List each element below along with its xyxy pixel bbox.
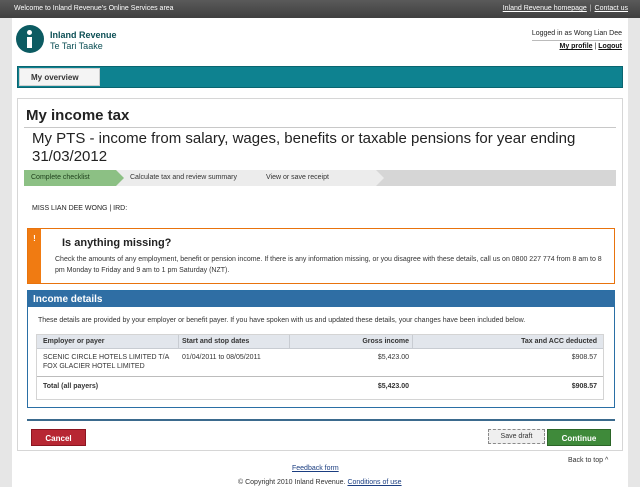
income-details-title: Income details <box>28 291 614 307</box>
section-title: My income tax <box>26 107 130 124</box>
cell-dates: 01/04/2011 to 08/05/2011 <box>182 354 261 361</box>
income-table: Employer or payer Start and stop dates G… <box>36 334 604 400</box>
account-separator: | <box>594 43 597 50</box>
main-nav: My overview <box>17 66 623 88</box>
total-tax: $908.57 <box>571 383 597 390</box>
cell-tax: $908.57 <box>571 354 597 361</box>
actions-divider <box>27 419 615 421</box>
header: Inland Revenue Te Tari Taake Logged in a… <box>12 18 628 62</box>
brand-name-en: Inland Revenue <box>50 30 117 40</box>
top-links: Inland Revenue homepage | Contact us <box>503 5 628 12</box>
contact-us-link[interactable]: Contact us <box>595 5 628 12</box>
homepage-link[interactable]: Inland Revenue homepage <box>503 5 587 12</box>
top-bar: Welcome to Inland Revenue's Online Servi… <box>0 0 640 18</box>
brand-text: Inland Revenue Te Tari Taake <box>50 30 117 52</box>
total-separator <box>37 376 603 377</box>
title-divider <box>24 127 616 128</box>
col-gross: Gross income <box>362 338 409 345</box>
ird-logo-icon[interactable] <box>16 25 44 53</box>
warning-icon: ! <box>33 234 36 243</box>
copyright-text: © Copyright 2010 Inland Revenue. <box>238 479 346 486</box>
page-title: My PTS - income from salary, wages, bene… <box>32 130 576 165</box>
alert-title: Is anything missing? <box>62 237 172 249</box>
welcome-text: Welcome to Inland Revenue's Online Servi… <box>14 5 174 12</box>
step-calculate-tax: Calculate tax and review summary <box>116 170 254 186</box>
conditions-of-use-link[interactable]: Conditions of use <box>347 479 401 486</box>
logged-in-text: Logged in as Wong Lian Dee <box>531 28 622 41</box>
col-dates: Start and stop dates <box>182 338 250 345</box>
feedback-form-link[interactable]: Feedback form <box>292 465 339 472</box>
alert-bar: ! <box>28 229 41 283</box>
step-view-receipt: View or save receipt <box>246 170 384 186</box>
continue-button[interactable]: Continue <box>547 429 611 446</box>
cancel-button[interactable]: Cancel <box>31 429 86 446</box>
col-employer: Employer or payer <box>43 338 105 345</box>
alert-body: Check the amounts of any employment, ben… <box>55 256 602 274</box>
brand-name-mi: Te Tari Taake <box>50 41 103 51</box>
top-links-separator: | <box>589 5 592 12</box>
income-details-panel: Income details These details are provide… <box>27 290 615 408</box>
income-details-note: These details are provided by your emplo… <box>38 317 526 324</box>
customer-name: MISS LIAN DEE WONG | IRD: <box>32 205 128 212</box>
save-draft-button[interactable]: Save draft <box>488 429 545 444</box>
progress-steps: View or save receipt Calculate tax and r… <box>24 170 616 186</box>
tab-my-overview[interactable]: My overview <box>19 68 100 86</box>
footer: © Copyright 2010 Inland Revenue. Conditi… <box>238 479 402 486</box>
col-tax: Tax and ACC deducted <box>521 338 597 345</box>
table-header: Employer or payer Start and stop dates G… <box>37 335 603 349</box>
account-panel: Logged in as Wong Lian Dee My profile | … <box>531 28 622 52</box>
total-label: Total (all payers) <box>43 383 99 390</box>
cell-gross: $5,423.00 <box>377 354 409 361</box>
cell-employer: SCENIC CIRCLE HOTELS LIMITED T/A FOX GLA… <box>43 354 169 370</box>
logout-link[interactable]: Logout <box>598 43 622 50</box>
main-content: My income tax My PTS - income from salar… <box>17 98 623 451</box>
back-to-top-link[interactable]: Back to top ^ <box>568 457 608 464</box>
total-gross: $5,423.00 <box>377 383 409 390</box>
step-complete-checklist: Complete checklist <box>24 170 124 186</box>
my-profile-link[interactable]: My profile <box>559 43 592 50</box>
missing-info-alert: ! Is anything missing? Check the amounts… <box>27 228 615 284</box>
page: Inland Revenue Te Tari Taake Logged in a… <box>12 18 628 487</box>
